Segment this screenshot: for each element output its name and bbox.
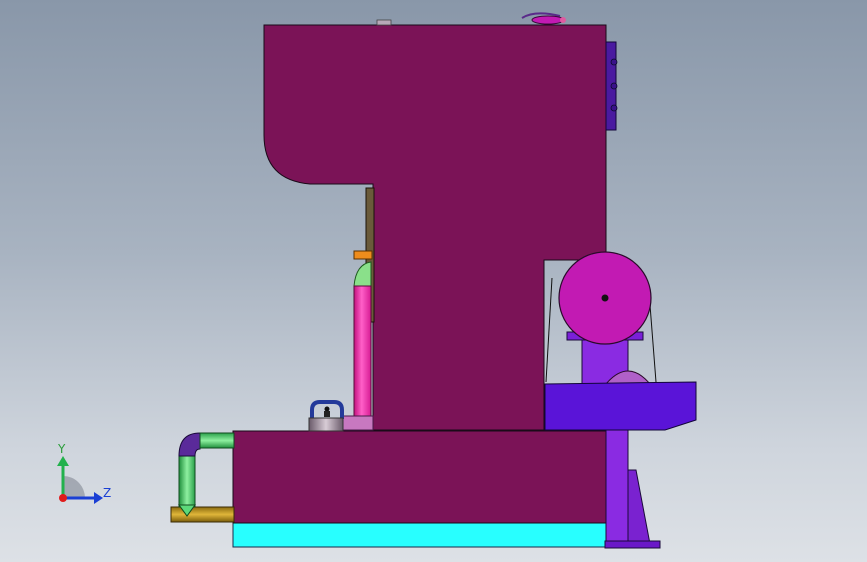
graphics-viewport[interactable]: Y Z xyxy=(0,0,867,562)
base-plate[interactable] xyxy=(232,522,607,548)
model-view[interactable] xyxy=(0,0,867,562)
green-pipe[interactable] xyxy=(178,432,235,517)
triad-y-label: Y xyxy=(58,442,66,456)
triad-icon xyxy=(57,456,103,504)
top-accessories[interactable] xyxy=(376,12,566,26)
triad-z-label: Z xyxy=(103,486,112,500)
press-base[interactable] xyxy=(232,430,607,524)
press-frame[interactable] xyxy=(263,24,607,431)
gold-pipe[interactable] xyxy=(170,506,235,523)
orange-clamp[interactable] xyxy=(353,250,373,260)
bolster[interactable] xyxy=(340,415,374,431)
lifting-handle[interactable] xyxy=(308,400,344,432)
gearbox-housing[interactable] xyxy=(544,381,697,431)
side-flange[interactable] xyxy=(605,41,618,131)
pink-cylinder[interactable] xyxy=(353,261,372,417)
